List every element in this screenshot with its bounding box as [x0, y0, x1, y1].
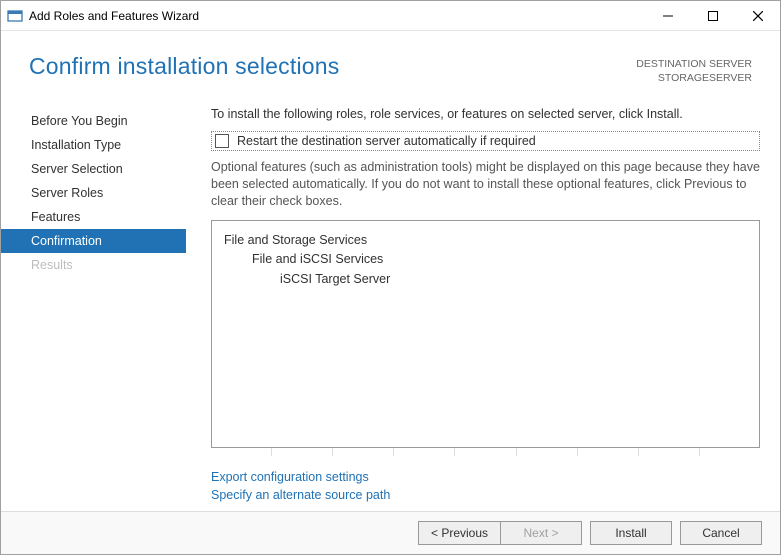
step-server-selection[interactable]: Server Selection — [1, 157, 186, 181]
selected-features-list: File and Storage Services File and iSCSI… — [211, 220, 760, 448]
restart-checkbox-label: Restart the destination server automatic… — [237, 134, 536, 148]
titlebar: Add Roles and Features Wizard — [1, 1, 780, 31]
window-title: Add Roles and Features Wizard — [29, 9, 199, 23]
box-footer-ticks — [211, 448, 760, 456]
page-title: Confirm installation selections — [29, 53, 339, 80]
intro-text: To install the following roles, role ser… — [211, 107, 760, 121]
main-panel: To install the following roles, role ser… — [186, 103, 760, 511]
step-results: Results — [1, 253, 186, 277]
minimize-button[interactable] — [645, 1, 690, 30]
feature-item: File and Storage Services — [224, 231, 747, 250]
close-button[interactable] — [735, 1, 780, 30]
step-installation-type[interactable]: Installation Type — [1, 133, 186, 157]
destination-info: DESTINATION SERVER STORAGESERVER — [636, 53, 752, 85]
maximize-button[interactable] — [690, 1, 735, 30]
step-before-you-begin[interactable]: Before You Begin — [1, 109, 186, 133]
app-icon — [7, 8, 23, 24]
step-confirmation[interactable]: Confirmation — [1, 229, 186, 253]
step-server-roles[interactable]: Server Roles — [1, 181, 186, 205]
cancel-button[interactable]: Cancel — [680, 521, 762, 545]
alt-source-link[interactable]: Specify an alternate source path — [211, 486, 760, 505]
feature-item: File and iSCSI Services — [252, 250, 747, 269]
wizard-steps-sidebar: Before You Begin Installation Type Serve… — [1, 103, 186, 511]
install-button[interactable]: Install — [590, 521, 672, 545]
restart-checkbox-row[interactable]: Restart the destination server automatic… — [211, 131, 760, 151]
destination-server: STORAGESERVER — [636, 71, 752, 85]
optional-features-text: Optional features (such as administratio… — [211, 159, 760, 210]
nav-button-group: < Previous Next > — [418, 521, 582, 545]
export-config-link[interactable]: Export configuration settings — [211, 468, 760, 487]
window-controls — [645, 1, 780, 30]
next-button: Next > — [500, 521, 582, 545]
step-features[interactable]: Features — [1, 205, 186, 229]
restart-checkbox[interactable] — [215, 134, 229, 148]
destination-label: DESTINATION SERVER — [636, 57, 752, 71]
previous-button[interactable]: < Previous — [418, 521, 500, 545]
page-header: Confirm installation selections DESTINAT… — [1, 31, 780, 95]
feature-item: iSCSI Target Server — [280, 270, 747, 289]
wizard-footer: < Previous Next > Install Cancel — [1, 511, 780, 554]
action-links: Export configuration settings Specify an… — [211, 456, 760, 512]
